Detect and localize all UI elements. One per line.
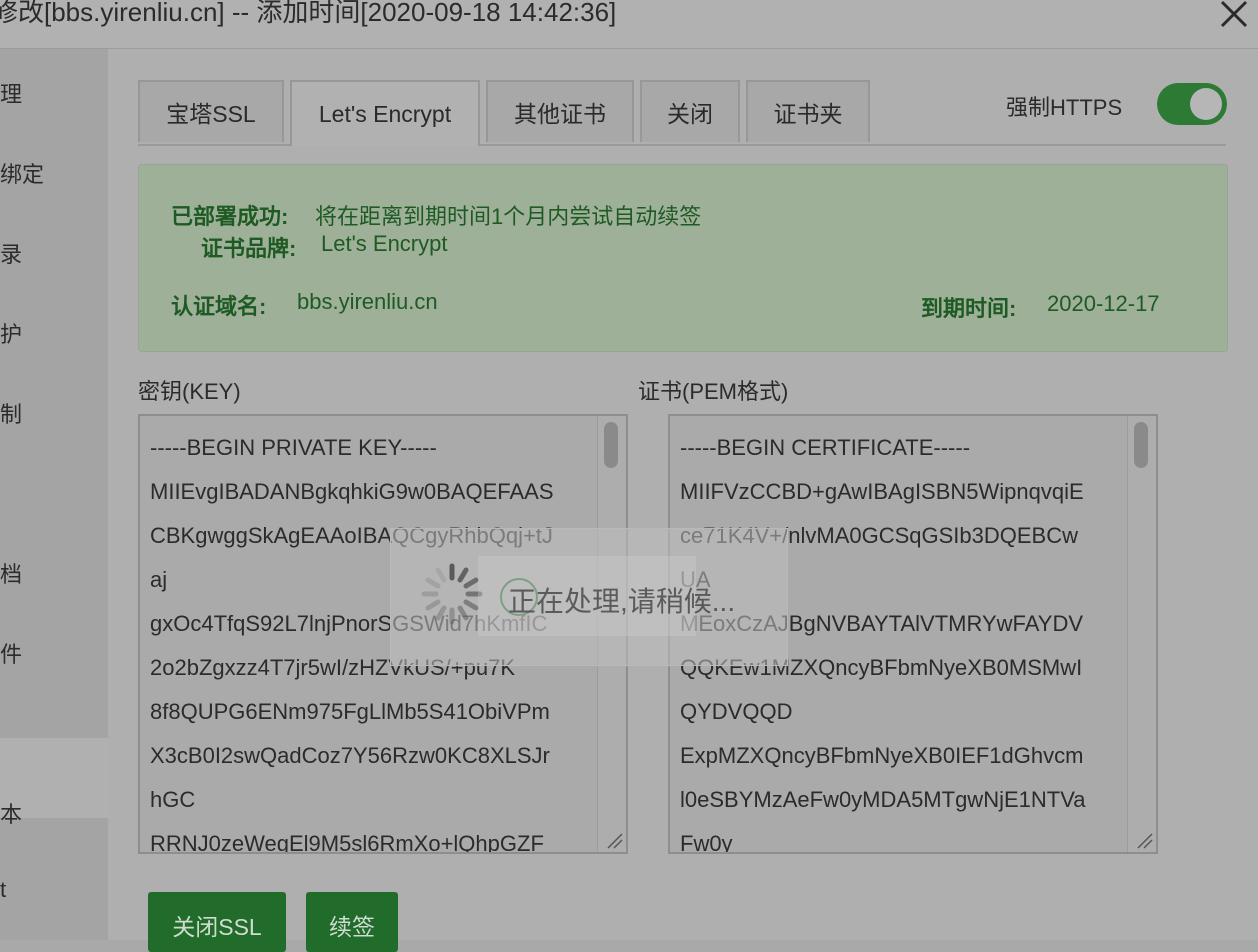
tab-baota-ssl[interactable]: 宝塔SSL <box>138 80 284 142</box>
domain-value: bbs.yirenliu.cn <box>297 289 438 314</box>
resize-grip-icon[interactable] <box>598 824 626 852</box>
tab-cert-folder[interactable]: 证书夹 <box>746 80 870 142</box>
force-https-toggle[interactable] <box>1157 83 1227 125</box>
status-text: 将在距离到期时间1个月内尝试自动续签 <box>315 204 702 229</box>
sidebar-item-protection[interactable]: 护 <box>0 317 22 349</box>
toggle-knob <box>1190 88 1222 120</box>
dialog-titlebar: 修改[bbs.yirenliu.cn] -- 添加时间[2020-09-18 1… <box>0 0 1258 49</box>
cert-label: 证书(PEM格式) <box>638 379 789 404</box>
loading-spinner-icon <box>421 563 483 625</box>
close-ssl-button[interactable]: 关闭SSL <box>148 892 286 952</box>
sidebar-item-t[interactable]: t <box>0 877 6 903</box>
cert-line: ExpMZXQncyBFbmNyeXB0IEF1dGhvcm <box>680 743 1084 768</box>
key-line: RRNJ0zeWegEl9M5sl6RmXo+lQhpGZF <box>150 831 544 854</box>
deploy-status-notice: 已部署成功: 将在距离到期时间1个月内尝试自动续签 证书品牌: Let's En… <box>138 164 1228 352</box>
cert-scroll-thumb[interactable] <box>1134 422 1148 468</box>
cert-line: l0eSBYMzAeFw0yMDA5MTgwNjE1NTVa <box>680 787 1086 812</box>
key-line: MIIEvgIBADANBgkqhkiG9w0BAQEFAAS <box>150 479 554 504</box>
sidebar-item-file[interactable]: 件 <box>0 637 22 669</box>
cert-line: -----BEGIN CERTIFICATE----- <box>680 435 971 460</box>
cert-line: MIIFVzCCBD+gAwIBAgISBN5WipnqvqiE <box>680 479 1084 504</box>
tab-other-cert[interactable]: 其他证书 <box>486 80 634 142</box>
key-line: 8f8QUPG6ENm975FgLlMb5S41ObiVPm <box>150 699 550 724</box>
cert-scrollbar[interactable] <box>1127 416 1156 852</box>
key-label: 密钥(KEY) <box>138 379 241 404</box>
cert-line: Fw0y <box>680 831 733 854</box>
cert-line: QYDVQQD <box>680 699 793 724</box>
expiry-label: 到期时间: <box>921 296 1017 321</box>
status-label: 已部署成功: <box>171 204 289 229</box>
brand-label: 证书品牌: <box>201 236 297 261</box>
key-scroll-thumb[interactable] <box>604 422 618 468</box>
loading-text: 正在处理,请稍候... <box>508 586 736 617</box>
close-icon[interactable] <box>1214 0 1254 34</box>
key-line: hGC <box>150 787 196 812</box>
dialog-title: 修改[bbs.yirenliu.cn] -- 添加时间[2020-09-18 1… <box>0 0 617 27</box>
force-https-label: 强制HTTPS <box>1006 95 1123 120</box>
domain-label: 认证域名: <box>171 294 267 319</box>
brand-value: Let's Encrypt <box>321 231 448 256</box>
sidebar-item-document[interactable]: 档 <box>0 557 22 589</box>
tab-close[interactable]: 关闭 <box>640 80 740 142</box>
sidebar-item-version[interactable]: 本 <box>0 797 22 829</box>
key-line: X3cB0I2swQadCoz7Y56Rzw0KC8XLSJr <box>150 743 550 768</box>
sidebar-item-binding[interactable]: 绑定 <box>0 157 44 189</box>
sidebar-item-manage[interactable]: 理 <box>0 77 22 109</box>
dialog-sidebar: 理 绑定 录 护 制 档 件 本 t <box>0 49 108 940</box>
renew-button[interactable]: 续签 <box>306 892 398 952</box>
resize-grip-icon[interactable] <box>1128 824 1156 852</box>
sidebar-item-limit[interactable]: 制 <box>0 397 22 429</box>
expiry-value: 2020-12-17 <box>1047 291 1160 316</box>
sidebar-item-directory[interactable]: 录 <box>0 237 22 269</box>
key-line: -----BEGIN PRIVATE KEY----- <box>150 435 437 460</box>
tab-lets-encrypt[interactable]: Let's Encrypt <box>290 80 480 146</box>
